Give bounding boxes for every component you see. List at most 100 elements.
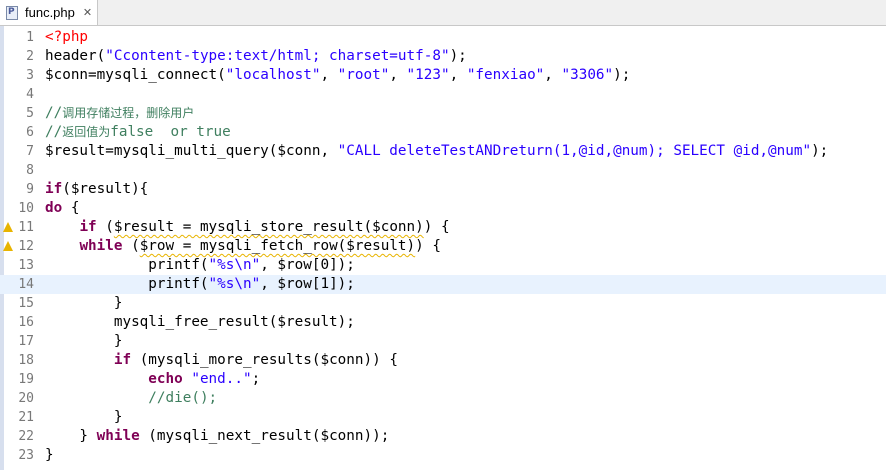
code-line[interactable]: 4 bbox=[0, 85, 886, 104]
code-token: ; bbox=[251, 371, 261, 387]
close-icon[interactable]: ✕ bbox=[83, 6, 92, 19]
line-number: 6 bbox=[26, 125, 34, 140]
line-number: 21 bbox=[18, 410, 34, 425]
code-text[interactable]: } bbox=[45, 408, 123, 427]
tab-label: func.php bbox=[25, 5, 75, 20]
code-text[interactable]: //返回值为false or true bbox=[45, 123, 231, 142]
code-token: 调用存储过程，删除用户 bbox=[62, 106, 195, 120]
code-line[interactable]: 17 } bbox=[0, 332, 886, 351]
code-text[interactable]: echo "end.."; bbox=[45, 370, 260, 389]
code-token: } bbox=[45, 428, 97, 444]
code-token: <?php bbox=[45, 29, 89, 45]
code-text[interactable]: do { bbox=[45, 199, 79, 218]
code-line[interactable]: 8 bbox=[0, 161, 886, 180]
code-token: echo bbox=[148, 371, 183, 387]
code-line[interactable]: 6 //返回值为false or true bbox=[0, 123, 886, 142]
code-line[interactable]: 7 $result=mysqli_multi_query($conn, "CALL… bbox=[0, 142, 886, 161]
line-number: 9 bbox=[26, 182, 34, 197]
code-editor[interactable]: 1 <?php 2 header("Ccontent-type:text/html; … bbox=[0, 26, 886, 470]
code-line[interactable]: 18 if (mysqli_more_results($conn)) { bbox=[0, 351, 886, 370]
code-token: "localhost" bbox=[225, 67, 321, 83]
code-token: if bbox=[79, 219, 97, 235]
code-token: ($result){ bbox=[62, 181, 149, 197]
code-line[interactable]: 21 } bbox=[0, 408, 886, 427]
code-token: ) { bbox=[423, 219, 450, 235]
line-number: 22 bbox=[18, 429, 34, 444]
code-line[interactable]: 3 $conn=mysqli_connect("localhost", "root… bbox=[0, 66, 886, 85]
editor-tab-bar: func.php ✕ bbox=[0, 0, 886, 26]
code-text[interactable]: header("Ccontent-type:text/html; charset… bbox=[45, 47, 467, 66]
code-token: printf( bbox=[45, 257, 209, 273]
code-line[interactable]: 10 do { bbox=[0, 199, 886, 218]
code-line[interactable]: 9 if($result){ bbox=[0, 180, 886, 199]
code-text[interactable]: } bbox=[45, 294, 123, 313]
code-line[interactable]: 2 header("Ccontent-type:text/html; charse… bbox=[0, 47, 886, 66]
code-line[interactable]: 13 printf("%s\n", $row[0]); bbox=[0, 256, 886, 275]
line-number: 13 bbox=[18, 258, 34, 273]
code-token: ( bbox=[96, 219, 114, 235]
code-line[interactable]: 11 if ($result = mysqli_store_result($co… bbox=[0, 218, 886, 237]
code-token: "end.." bbox=[191, 371, 252, 387]
code-text[interactable]: } while (mysqli_next_result($conn)); bbox=[45, 427, 389, 446]
code-text[interactable]: $result=mysqli_multi_query($conn, "CALL … bbox=[45, 142, 828, 161]
code-token: { bbox=[62, 200, 80, 216]
code-line[interactable]: 22 } while (mysqli_next_result($conn)); bbox=[0, 427, 886, 446]
code-token: $result=mysqli_multi_query($conn, bbox=[45, 143, 338, 159]
code-text[interactable]: if (mysqli_more_results($conn)) { bbox=[45, 351, 398, 370]
code-token: "3306" bbox=[561, 67, 614, 83]
code-text[interactable]: printf("%s\n", $row[0]); bbox=[45, 256, 355, 275]
code-token: "123" bbox=[406, 67, 450, 83]
code-token: ( bbox=[122, 238, 140, 254]
line-number: 1 bbox=[26, 30, 34, 45]
code-token: while bbox=[96, 428, 140, 444]
tab-func-php[interactable]: func.php ✕ bbox=[0, 0, 98, 25]
code-text[interactable]: } bbox=[45, 332, 123, 351]
code-token: (mysqli_more_results($conn)) { bbox=[131, 352, 398, 368]
code-line[interactable]: 15 } bbox=[0, 294, 886, 313]
code-token: ) { bbox=[415, 238, 441, 254]
code-text[interactable]: //调用存储过程，删除用户 bbox=[45, 104, 194, 123]
code-line[interactable]: 16 mysqli_free_result($result); bbox=[0, 313, 886, 332]
code-token: , bbox=[544, 67, 562, 83]
code-line[interactable]: 12 while ($row = mysqli_fetch_row($resul… bbox=[0, 237, 886, 256]
code-token: (mysqli_next_result($conn)); bbox=[139, 428, 390, 444]
code-token: ); bbox=[449, 48, 467, 64]
code-token: if bbox=[45, 181, 63, 197]
code-text[interactable]: $conn=mysqli_connect("localhost", "root"… bbox=[45, 66, 630, 85]
code-line[interactable]: 20 //die(); bbox=[0, 389, 886, 408]
line-number: 20 bbox=[18, 391, 34, 406]
code-token: do bbox=[45, 200, 63, 216]
code-text[interactable]: mysqli_free_result($result); bbox=[45, 313, 355, 332]
code-token: ); bbox=[613, 67, 631, 83]
code-text[interactable]: <?php bbox=[45, 28, 88, 47]
code-line[interactable]: 5 //调用存储过程，删除用户 bbox=[0, 104, 886, 123]
line-number: 23 bbox=[18, 448, 34, 463]
line-number: 4 bbox=[26, 87, 34, 102]
code-token: 返回值为 bbox=[62, 125, 111, 139]
code-text[interactable]: if ($result = mysqli_store_result($conn)… bbox=[45, 218, 450, 237]
code-token: false or true bbox=[110, 124, 231, 140]
code-token: , $row[0]); bbox=[260, 257, 355, 273]
code-text[interactable]: if($result){ bbox=[45, 180, 148, 199]
code-token: "CALL deleteTestANDreturn(1,@id,@num); S… bbox=[337, 143, 812, 159]
code-token: "fenxiao" bbox=[466, 67, 545, 83]
line-number: 12 bbox=[18, 239, 34, 254]
code-text[interactable]: } bbox=[45, 446, 54, 465]
line-number: 8 bbox=[26, 163, 34, 178]
code-text[interactable]: while ($row = mysqli_fetch_row($result))… bbox=[45, 237, 441, 256]
code-text[interactable]: printf("%s\n", $row[1]); bbox=[45, 275, 355, 294]
line-number: 15 bbox=[18, 296, 34, 311]
code-line[interactable]: 19 echo "end.."; bbox=[0, 370, 886, 389]
line-number: 17 bbox=[18, 334, 34, 349]
code-text[interactable]: //die(); bbox=[45, 389, 217, 408]
code-line[interactable]: 23} bbox=[0, 446, 886, 465]
code-line[interactable]: 1 <?php bbox=[0, 28, 886, 47]
code-token: "%s\n" bbox=[208, 276, 261, 292]
code-line[interactable]: 14 printf("%s\n", $row[1]); bbox=[0, 275, 886, 294]
line-number: 14 bbox=[18, 277, 34, 292]
code-token: } bbox=[45, 447, 54, 463]
code-token: if bbox=[113, 352, 132, 368]
